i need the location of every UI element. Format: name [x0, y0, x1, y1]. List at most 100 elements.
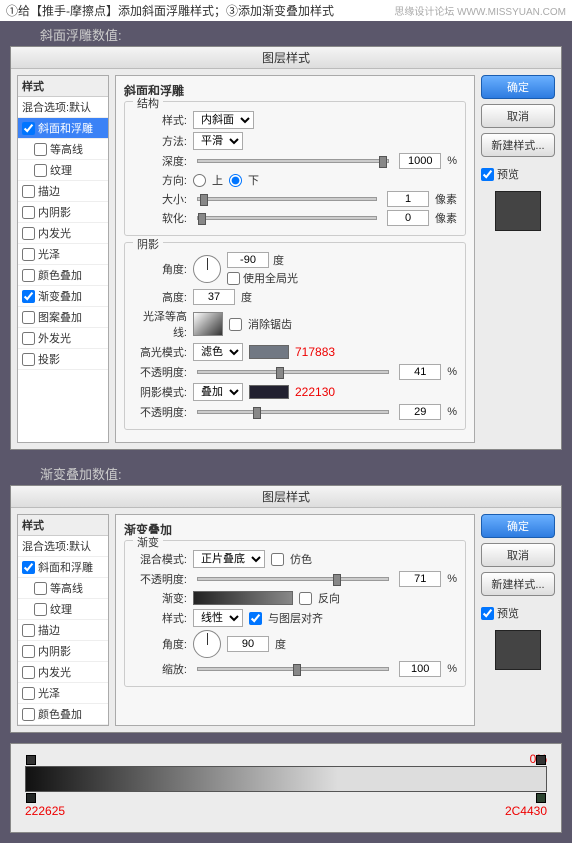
grad-opacity-slider[interactable] [197, 577, 389, 581]
style-row-bevel[interactable]: 斜面和浮雕 [18, 118, 108, 139]
panel-title: 斜面和浮雕 [124, 82, 466, 99]
style-row-innerglow[interactable]: 内发光 [18, 223, 108, 244]
reverse-check[interactable] [299, 592, 312, 605]
style-row-patternoverlay[interactable]: 图案叠加 [18, 307, 108, 328]
style-list: 样式 混合选项:默认 斜面和浮雕 等高线 纹理 描边 内阴影 内发光 光泽 颜色… [17, 514, 109, 726]
style-row-texture[interactable]: 纹理 [18, 160, 108, 181]
depth-slider[interactable] [197, 159, 389, 163]
style-row-innershadow[interactable]: 内阴影 [18, 202, 108, 223]
highlight-color-annot: 717883 [295, 345, 335, 359]
soften-input[interactable] [387, 210, 429, 226]
style-row-innerglow[interactable]: 内发光 [18, 662, 108, 683]
soften-slider[interactable] [197, 216, 377, 220]
style-row-innershadow[interactable]: 内阴影 [18, 641, 108, 662]
style-row-coloroverlay[interactable]: 颜色叠加 [18, 704, 108, 725]
blending-options-row[interactable]: 混合选项:默认 [18, 536, 108, 557]
hopacity-slider[interactable] [197, 370, 389, 374]
gradient-panel: 渐变叠加 渐变 混合模式:正片叠底仿色 不透明度:% 渐变:反向 样式:线性与图… [115, 514, 475, 726]
preview-check[interactable] [481, 168, 494, 181]
blend-mode-select[interactable]: 正片叠底 [193, 550, 265, 568]
layerstyle-dialog-bevel: 图层样式 样式 混合选项:默认 斜面和浮雕 等高线 纹理 描边 内阴影 内发光 … [10, 46, 562, 450]
grad-angle-input[interactable] [227, 636, 269, 652]
size-slider[interactable] [197, 197, 377, 201]
shading-group-title: 阴影 [133, 236, 163, 252]
ok-button[interactable]: 确定 [481, 75, 555, 99]
hopacity-input[interactable] [399, 364, 441, 380]
blending-options-row[interactable]: 混合选项:默认 [18, 97, 108, 118]
gradient-editor: 0% 222625 2C4430 [10, 743, 562, 833]
dialog-buttons: 确定 取消 新建样式... 预览 [481, 75, 555, 443]
opacity-stop-left[interactable] [26, 755, 36, 765]
shadow-color-swatch[interactable] [249, 385, 289, 399]
preview-swatch [495, 191, 541, 231]
grad-style-select[interactable]: 线性 [193, 609, 243, 627]
size-input[interactable] [387, 191, 429, 207]
style-row-satin[interactable]: 光泽 [18, 683, 108, 704]
cancel-button[interactable]: 取消 [481, 104, 555, 128]
shadow-mode-select[interactable]: 叠加 [193, 383, 243, 401]
newstyle-button[interactable]: 新建样式... [481, 133, 555, 157]
instruction-text: ①给【推手-摩擦点】添加斜面浮雕样式；③添加渐变叠加样式 [6, 2, 334, 19]
gloss-contour-picker[interactable] [193, 312, 223, 336]
preview-swatch [495, 630, 541, 670]
ok-button[interactable]: 确定 [481, 514, 555, 538]
right-stop-color-annot: 2C4430 [505, 804, 547, 818]
dialog-title: 图层样式 [11, 47, 561, 69]
shadow-color-annot: 222130 [295, 385, 335, 399]
preview-check[interactable] [481, 607, 494, 620]
style-row-coloroverlay[interactable]: 颜色叠加 [18, 265, 108, 286]
style-row-contour[interactable]: 等高线 [18, 578, 108, 599]
bevel-style-select[interactable]: 内斜面 [193, 111, 254, 129]
cancel-button[interactable]: 取消 [481, 543, 555, 567]
panel-title: 渐变叠加 [124, 521, 466, 538]
antialias-check[interactable] [229, 318, 242, 331]
style-list-header: 样式 [18, 76, 108, 97]
instruction-bar: ①给【推手-摩擦点】添加斜面浮雕样式；③添加渐变叠加样式 思缘设计论坛 WWW.… [0, 0, 572, 21]
grad-angle-dial[interactable] [193, 630, 221, 658]
global-light-check[interactable] [227, 272, 240, 285]
newstyle-button[interactable]: 新建样式... [481, 572, 555, 596]
opacity-stop-right[interactable] [536, 755, 546, 765]
gradient-section-label: 渐变叠加数值: [0, 460, 572, 485]
style-row-contour[interactable]: 等高线 [18, 139, 108, 160]
sopacity-slider[interactable] [197, 410, 389, 414]
angle-dial[interactable] [193, 255, 221, 283]
layerstyle-dialog-gradient: 图层样式 样式 混合选项:默认 斜面和浮雕 等高线 纹理 描边 内阴影 内发光 … [10, 485, 562, 733]
dialog-title: 图层样式 [11, 486, 561, 508]
color-stop-left[interactable] [26, 793, 36, 803]
color-stop-right[interactable] [536, 793, 546, 803]
dialog-buttons: 确定 取消 新建样式... 预览 [481, 514, 555, 726]
angle-input[interactable] [227, 252, 269, 268]
dither-check[interactable] [271, 553, 284, 566]
style-row-satin[interactable]: 光泽 [18, 244, 108, 265]
style-row-stroke[interactable]: 描边 [18, 620, 108, 641]
sopacity-input[interactable] [399, 404, 441, 420]
gradient-picker[interactable] [193, 591, 293, 605]
dir-down-radio[interactable] [229, 174, 242, 187]
structure-group-title: 结构 [133, 95, 163, 111]
bevel-panel: 斜面和浮雕 结构 样式:内斜面 方法:平滑 深度:% 方向:上下 大小:像素 软… [115, 75, 475, 443]
style-row-texture[interactable]: 纹理 [18, 599, 108, 620]
style-row-outerglow[interactable]: 外发光 [18, 328, 108, 349]
grad-scale-slider[interactable] [197, 667, 389, 671]
bevel-section-label: 斜面浮雕数值: [0, 21, 572, 46]
style-row-stroke[interactable]: 描边 [18, 181, 108, 202]
gradient-group-title: 渐变 [133, 534, 163, 550]
style-list: 样式 混合选项:默认 斜面和浮雕 等高线 纹理 描边 内阴影 内发光 光泽 颜色… [17, 75, 109, 443]
dir-up-radio[interactable] [193, 174, 206, 187]
grad-opacity-input[interactable] [399, 571, 441, 587]
align-check[interactable] [249, 612, 262, 625]
left-stop-color-annot: 222625 [25, 804, 65, 818]
style-row-bevel[interactable]: 斜面和浮雕 [18, 557, 108, 578]
highlight-mode-select[interactable]: 滤色 [193, 343, 243, 361]
watermark-text: 思缘设计论坛 WWW.MISSYUAN.COM [394, 3, 566, 18]
gradient-bar[interactable] [25, 766, 547, 792]
grad-scale-input[interactable] [399, 661, 441, 677]
highlight-color-swatch[interactable] [249, 345, 289, 359]
style-row-dropshadow[interactable]: 投影 [18, 349, 108, 370]
altitude-input[interactable] [193, 289, 235, 305]
style-row-gradientoverlay[interactable]: 渐变叠加 [18, 286, 108, 307]
style-list-header: 样式 [18, 515, 108, 536]
bevel-technique-select[interactable]: 平滑 [193, 132, 243, 150]
depth-input[interactable] [399, 153, 441, 169]
